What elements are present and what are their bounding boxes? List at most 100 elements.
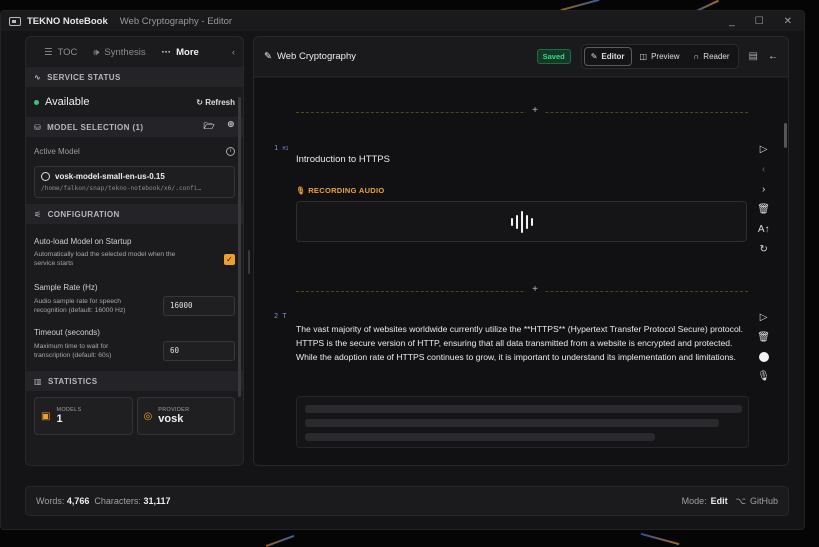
block-type-tag: T [282,312,287,320]
heading-block-text[interactable]: Introduction to HTTPS [296,154,390,165]
loading-skeleton [296,396,749,448]
config-sample-rate: Sample Rate (Hz) Audio sample rate for s… [26,283,243,316]
active-model-row: Active Model i [26,137,243,156]
tab-synthesis[interactable]: 🕪 Synthesis [93,47,145,58]
editor-mode-button[interactable]: ✎ Editor [583,47,632,66]
microphone-icon[interactable]: 🎙 [757,371,770,382]
view-mode-group: ✎ Editor ◫ Preview ∩ Reader [580,44,739,69]
chevron-left-icon[interactable]: ‹ [762,164,765,175]
sample-rate-desc: Audio sample rate for speech recognition… [34,298,126,314]
timeout-desc: Maximum time to wait for transcription (… [34,343,112,359]
headphones-icon: ∩ [693,52,700,61]
record-circle-icon[interactable] [758,352,769,362]
mode-label: Reader [703,52,730,61]
model-path: /home/falkon/snap/tekno-notebook/x6/.con… [41,185,202,192]
document-title-text: Web Cryptography [276,51,356,62]
tab-label: More [176,46,199,58]
pulse-icon: ∿ [34,72,42,82]
editor-panel: ✎ Web Cryptography Saved ✎ Editor ◫ Prev… [253,36,789,466]
recording-label: RECORDING AUDIO [308,186,385,195]
folder-icon[interactable]: 🗁 [203,119,215,135]
characters-count: 31,117 [143,496,171,506]
window-title: Web Cryptography - Editor [119,15,233,27]
wallpaper-streak [265,534,295,547]
stat-value: 1 [56,413,63,425]
trash-icon[interactable]: 🗑 [757,204,770,215]
globe-icon[interactable]: ⊕ [227,119,235,135]
saved-badge: Saved [536,49,571,64]
back-arrow-icon[interactable]: ← [768,51,778,62]
maximize-button[interactable]: ☐ [755,16,764,27]
block-divider [296,291,748,292]
save-icon[interactable]: ▤ [749,51,758,62]
status-bar: Words: 4,766 Characters: 31,117 Mode: Ed… [25,486,789,516]
config-auto-load: Auto-load Model on Startup Automatically… [26,237,243,268]
sample-rate-title: Sample Rate (Hz) [34,283,98,292]
words-count: 4,766 [66,496,90,506]
mode-label: Editor [601,52,625,61]
play-icon[interactable]: ▷ [760,144,768,155]
pencil-icon: ✎ [264,51,272,62]
sliders-icon: ⚟ [34,209,42,219]
stat-models: ▣ MODELS 1 [34,397,133,435]
auto-load-desc: Automatically load the selected model wh… [34,251,176,267]
words-label: Words: [36,496,65,506]
mode-label: Preview [651,52,680,61]
tab-toc[interactable]: ☰ TOC [44,47,77,58]
tab-label: TOC [57,46,78,58]
model-card[interactable]: vosk-model-small-en-us-0.15 /home/falkon… [34,166,235,198]
active-model-label: Active Model [34,147,80,156]
speaker-icon: 🕪 [93,46,100,58]
statistics-header: ▥ STATISTICS [26,371,243,391]
collapse-sidebar-icon[interactable]: ‹ [232,47,235,58]
chip-icon: ▣ [41,410,51,422]
app-logo-icon [9,16,21,26]
block-number: 1 H1 [274,144,288,152]
close-button[interactable]: ✕ [784,16,792,27]
tab-more[interactable]: ··· More [162,47,199,58]
regenerate-icon[interactable]: ↻ [759,244,767,255]
config-timeout: Timeout (seconds) Maximum time to wait f… [26,328,243,361]
add-block-button[interactable]: + [526,464,544,465]
microphone-icon: 🎙 [296,186,306,195]
sample-rate-input[interactable]: 16000 [163,296,235,316]
wallpaper-streak [640,532,680,546]
panel-resize-handle[interactable] [248,250,250,274]
font-size-icon[interactable]: A↑ [758,224,770,235]
model-name: vosk-model-small-en-us-0.15 [55,172,165,181]
chevron-right-icon[interactable]: › [762,184,765,195]
status-dot-icon [34,99,39,105]
model-radio[interactable] [41,172,50,181]
editor-header: ✎ Web Cryptography Saved ✎ Editor ◫ Prev… [254,37,788,77]
trash-icon[interactable]: 🗑 [757,332,770,343]
timeout-input[interactable]: 60 [163,341,235,361]
list-icon: ☰ [44,46,53,58]
reader-mode-button[interactable]: ∩ Reader [688,48,736,65]
play-icon[interactable]: ▷ [760,312,768,323]
book-open-icon: ◫ [639,52,648,61]
waveform-icon [510,210,533,233]
paragraph-block-text[interactable]: The vast majority of websites worldwide … [296,322,748,364]
add-block-button[interactable]: + [526,284,544,295]
service-status-header: ∿ SERVICE STATUS [26,67,243,87]
info-icon[interactable]: i [226,147,235,156]
sidebar-scrollbar[interactable] [238,97,241,397]
recording-status: 🎙 RECORDING AUDIO [296,186,385,195]
refresh-label: Refresh [205,97,235,107]
block-type-tag: H1 [282,146,289,152]
configuration-header: ⚟ CONFIGURATION [26,204,243,224]
model-selection-header: ⛁ MODEL SELECTION (1) 🗁 ⊕ [26,117,243,137]
preview-mode-button[interactable]: ◫ Preview [634,48,686,65]
editor-scrollbar[interactable] [784,123,787,148]
block-index: 2 [274,312,279,320]
minimize-button[interactable]: _ [729,16,735,27]
section-title: STATISTICS [47,376,98,386]
github-link[interactable]: GitHub [750,496,778,506]
check-circle-icon: ◎ [143,410,153,422]
refresh-icon: ↻ [196,97,203,107]
characters-label: Characters: [94,496,141,506]
auto-load-checkbox[interactable]: ✓ [224,253,235,265]
add-block-button[interactable]: + [526,105,544,116]
stat-provider: ◎ PROVIDER vosk [136,397,235,435]
refresh-button[interactable]: ↻ Refresh [196,98,235,107]
